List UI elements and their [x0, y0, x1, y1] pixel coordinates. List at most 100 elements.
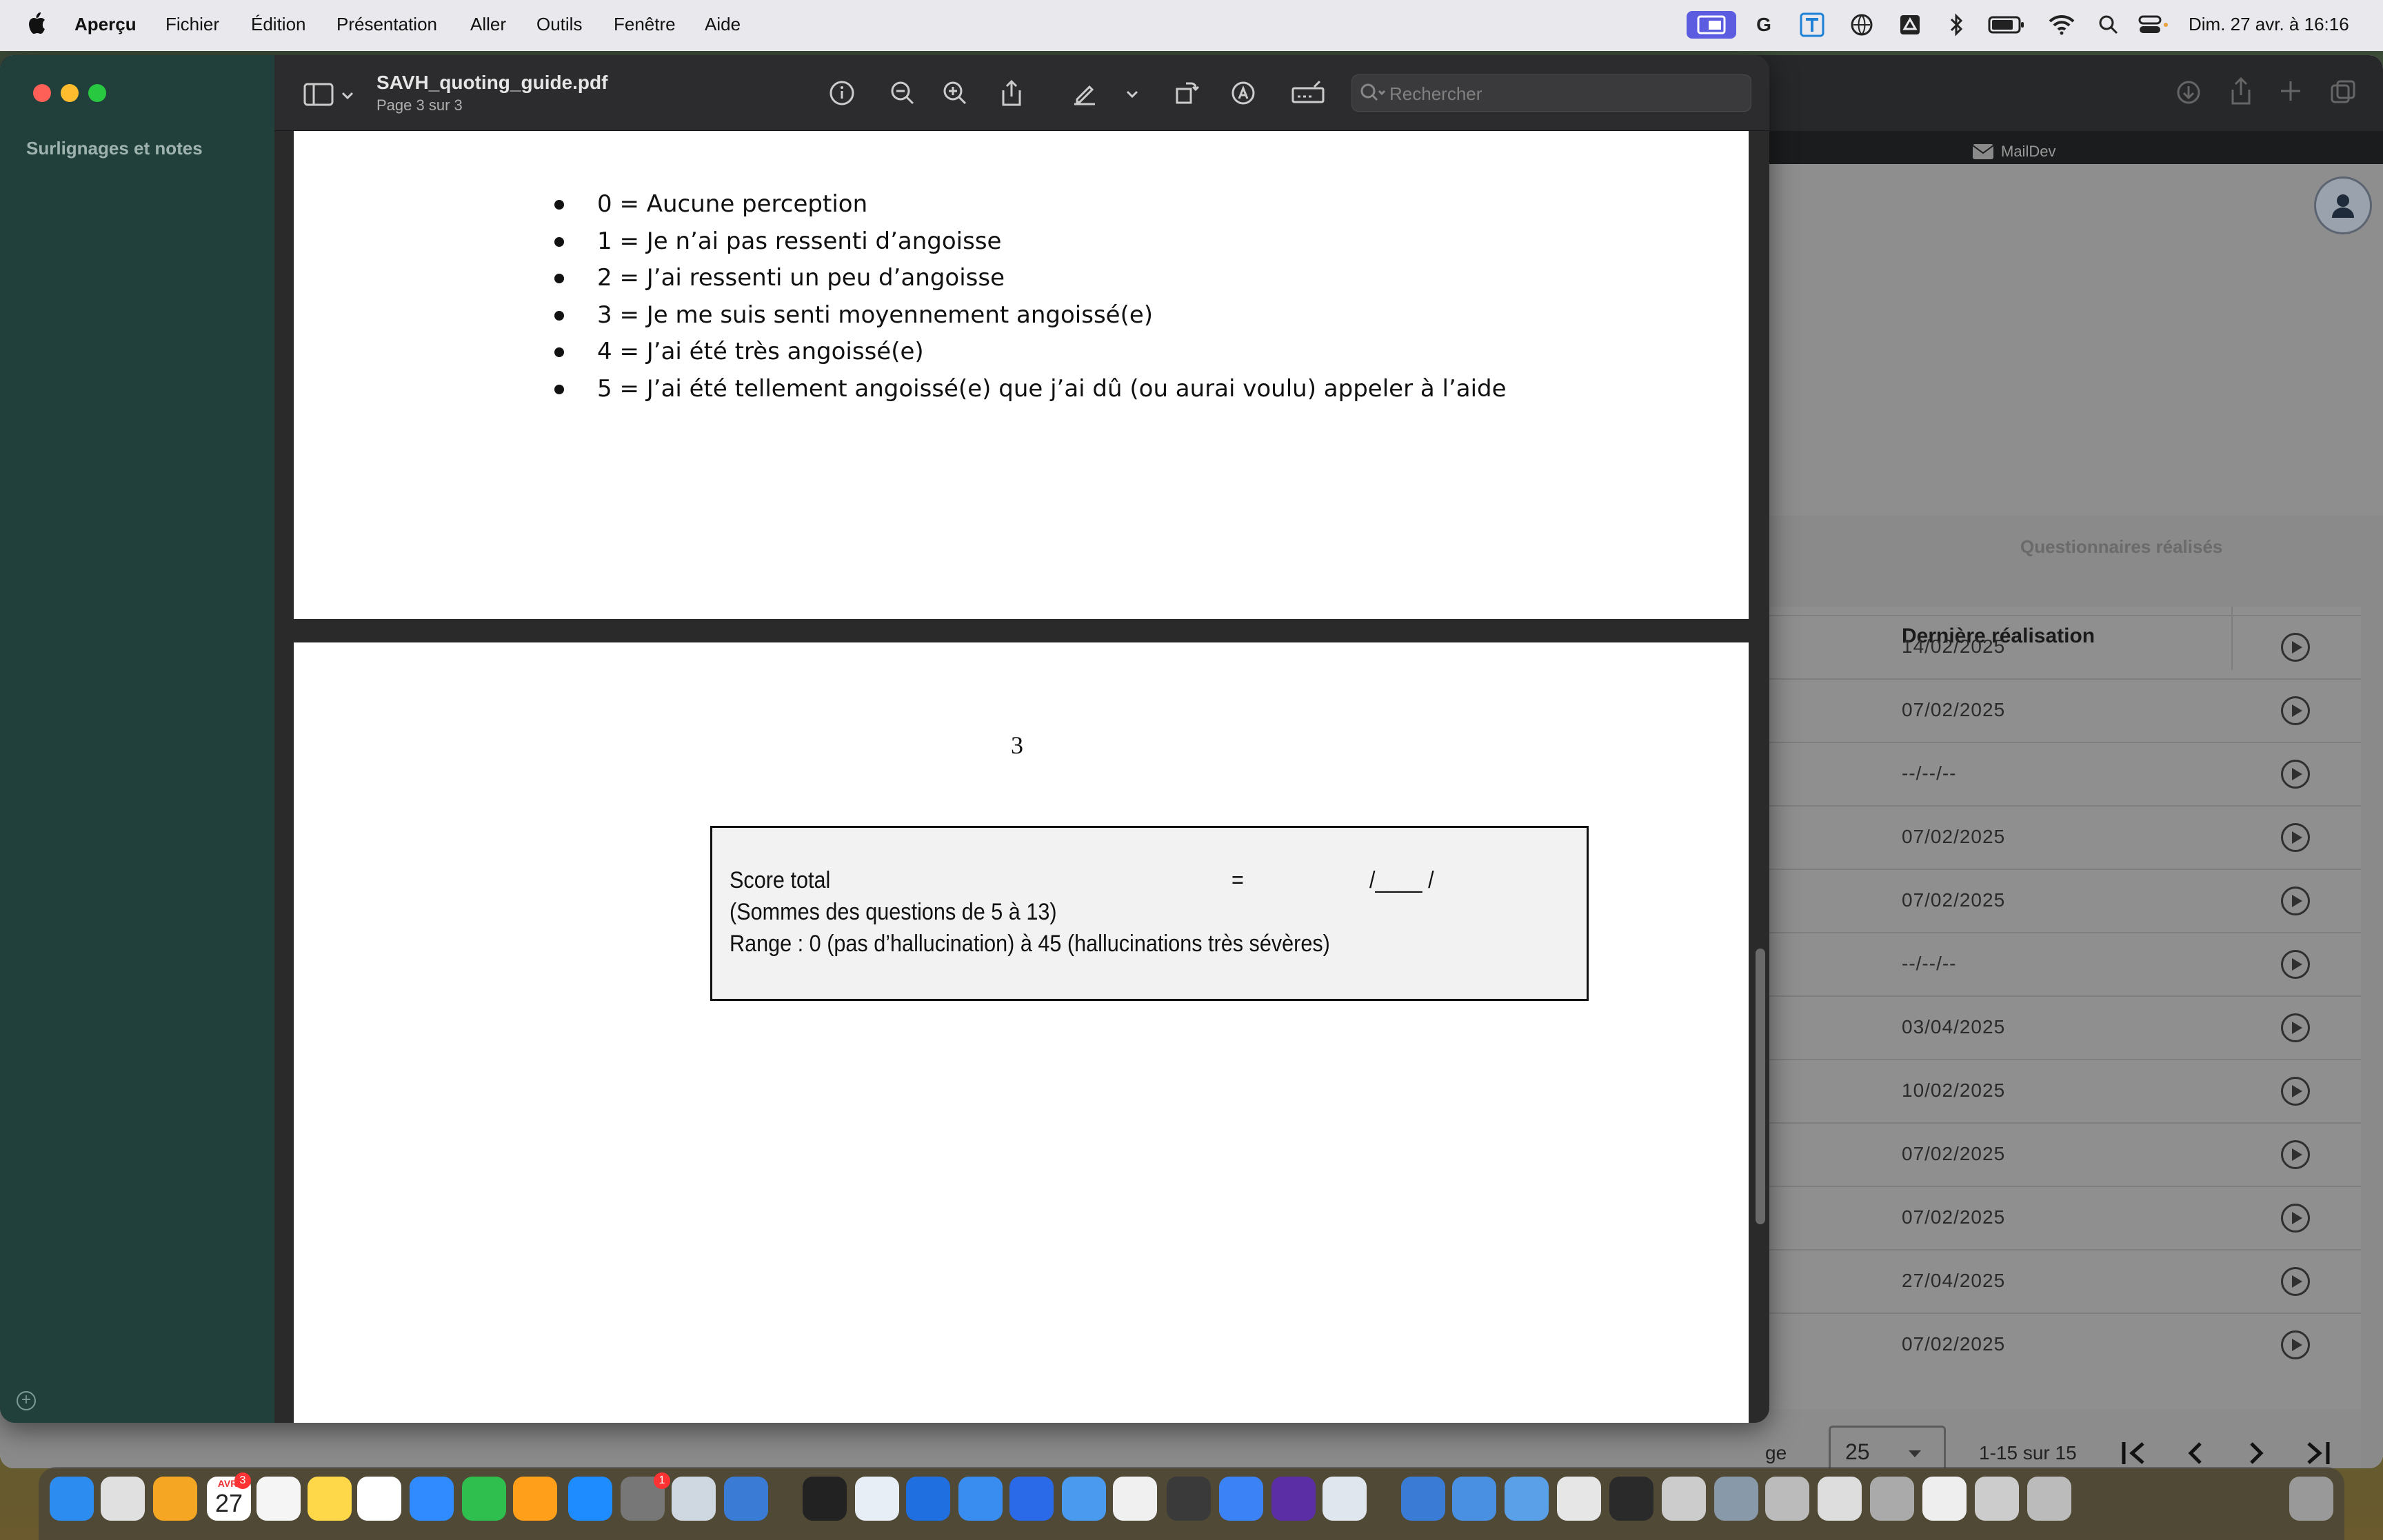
dock-pages[interactable] [513, 1477, 557, 1521]
play-circle-icon[interactable] [2281, 1077, 2310, 1106]
play-circle-icon[interactable] [2281, 1013, 2310, 1042]
dock-vscode[interactable] [1219, 1477, 1263, 1521]
zoom-out-button[interactable] [885, 76, 920, 110]
next-page-button[interactable] [2234, 1431, 2278, 1468]
previous-page-button[interactable] [2173, 1431, 2218, 1468]
grammarly-icon[interactable]: G [1750, 11, 1778, 39]
play-circle-icon[interactable] [2281, 760, 2310, 789]
dock-launchpad[interactable] [101, 1477, 145, 1521]
play-circle-icon[interactable] [2281, 886, 2310, 915]
close-window-button[interactable] [33, 84, 51, 102]
info-button[interactable] [825, 76, 859, 110]
tab-questionnaires-realises[interactable]: Questionnaires réalisés [2020, 536, 2222, 558]
drive-icon[interactable] [1898, 11, 1922, 39]
dock-notion[interactable] [1113, 1477, 1157, 1521]
dock-trash[interactable] [2289, 1477, 2333, 1521]
highlight-button[interactable] [1067, 76, 1102, 110]
dock-xcode[interactable] [724, 1477, 768, 1521]
table-row[interactable]: 07/02/2025 [1710, 869, 2361, 932]
dock-mail[interactable] [1062, 1477, 1106, 1521]
dock-freeform[interactable] [357, 1477, 401, 1521]
dock-screenshot-1[interactable] [1557, 1477, 1601, 1521]
dock-screenshot-5[interactable] [1765, 1477, 1809, 1521]
bluetooth-icon[interactable] [1946, 11, 1967, 39]
play-circle-icon[interactable] [2281, 1204, 2310, 1233]
spotlight-search-icon[interactable] [2096, 11, 2121, 39]
play-circle-icon[interactable] [2281, 1140, 2310, 1169]
first-page-button[interactable] [2113, 1431, 2157, 1468]
dock-finder[interactable] [50, 1477, 94, 1521]
scrollbar[interactable] [1756, 949, 1765, 1224]
table-row[interactable]: --/--/-- [1710, 742, 2361, 805]
menu-fichier[interactable]: Fichier [165, 14, 219, 35]
dock-screenshot-10[interactable] [2027, 1477, 2071, 1521]
dock-photos[interactable] [153, 1477, 197, 1521]
dock-folder[interactable] [1505, 1477, 1549, 1521]
search-field[interactable] [1351, 74, 1751, 112]
form-fill-button[interactable] [1291, 76, 1325, 110]
menu-outils[interactable]: Outils [536, 14, 582, 35]
share-button[interactable] [994, 76, 1029, 110]
battery-icon[interactable] [1986, 11, 2027, 39]
new-tab-icon[interactable] [2278, 79, 2303, 103]
dock-safari[interactable] [958, 1477, 1003, 1521]
dock-privacy[interactable] [672, 1477, 716, 1521]
table-row[interactable]: 07/02/2025 [1710, 1122, 2361, 1186]
dock-screenshot-6[interactable] [1818, 1477, 1862, 1521]
apple-logo-icon[interactable] [26, 11, 47, 36]
add-note-icon[interactable]: + [17, 1391, 36, 1410]
menu-bar-clock[interactable]: Dim. 27 avr. à 16:16 [2189, 14, 2349, 35]
table-row[interactable]: 07/02/2025 [1710, 1186, 2361, 1249]
share-icon[interactable] [2227, 76, 2255, 106]
table-row[interactable]: 07/02/2025 [1710, 678, 2361, 742]
zoom-window-button[interactable] [88, 84, 106, 102]
play-circle-icon[interactable] [2281, 633, 2310, 662]
dock-pycharm[interactable] [1167, 1477, 1211, 1521]
play-circle-icon[interactable] [2281, 696, 2310, 725]
tab-overview-icon[interactable] [2329, 79, 2357, 106]
markup-button[interactable] [1226, 76, 1260, 110]
dock-terminal[interactable] [803, 1477, 847, 1521]
dock-notes[interactable] [308, 1477, 352, 1521]
dock-screenshot-2[interactable] [1609, 1477, 1653, 1521]
dock-grammarly[interactable] [1271, 1477, 1316, 1521]
rotate-button[interactable] [1169, 76, 1204, 110]
dock-maps[interactable] [1009, 1477, 1054, 1521]
download-icon[interactable] [2175, 79, 2202, 106]
wifi-icon[interactable] [2047, 11, 2077, 39]
zoom-in-button[interactable] [938, 76, 972, 110]
avatar[interactable] [2314, 176, 2372, 234]
table-row[interactable]: 14/02/2025 [1710, 615, 2361, 678]
table-row[interactable]: 07/02/2025 [1710, 805, 2361, 869]
table-row[interactable]: 10/02/2025 [1710, 1059, 2361, 1122]
dock-screenshot-3[interactable] [1662, 1477, 1706, 1521]
menu-presentation[interactable]: Présentation [336, 14, 437, 35]
screen-share-icon[interactable] [1687, 11, 1736, 39]
play-circle-icon[interactable] [2281, 950, 2310, 979]
dock-reminders[interactable] [257, 1477, 301, 1521]
preview-window[interactable]: Surlignages et notes + SAVH_quoting_guid… [0, 55, 1769, 1423]
dock-screenshot-7[interactable] [1870, 1477, 1914, 1521]
play-circle-icon[interactable] [2281, 823, 2310, 852]
dock-screenshot-8[interactable] [1922, 1477, 1967, 1521]
dock-keynote[interactable] [410, 1477, 454, 1521]
dock-browser[interactable] [1401, 1477, 1445, 1521]
table-row[interactable]: 03/04/2025 [1710, 995, 2361, 1059]
menu-aller[interactable]: Aller [470, 14, 506, 35]
table-row[interactable]: 07/02/2025 [1710, 1313, 2361, 1376]
tab-maildev[interactable]: MailDev [1972, 141, 2055, 163]
minimize-window-button[interactable] [61, 84, 79, 102]
table-row[interactable]: --/--/-- [1710, 932, 2361, 995]
play-circle-icon[interactable] [2281, 1330, 2310, 1359]
table-row[interactable]: 27/04/2025 [1710, 1249, 2361, 1313]
sidebar-toggle-icon[interactable] [303, 83, 334, 106]
control-center-icon[interactable] [2136, 11, 2171, 39]
menu-aide[interactable]: Aide [705, 14, 741, 35]
dock-chrome[interactable] [855, 1477, 899, 1521]
dock-world[interactable] [1452, 1477, 1496, 1521]
dock-preview[interactable] [1323, 1477, 1367, 1521]
dock-screenshot-4[interactable] [1714, 1477, 1758, 1521]
menu-edition[interactable]: Édition [251, 14, 306, 35]
dock-screenshot-9[interactable] [1975, 1477, 2019, 1521]
dock-numbers[interactable] [462, 1477, 506, 1521]
